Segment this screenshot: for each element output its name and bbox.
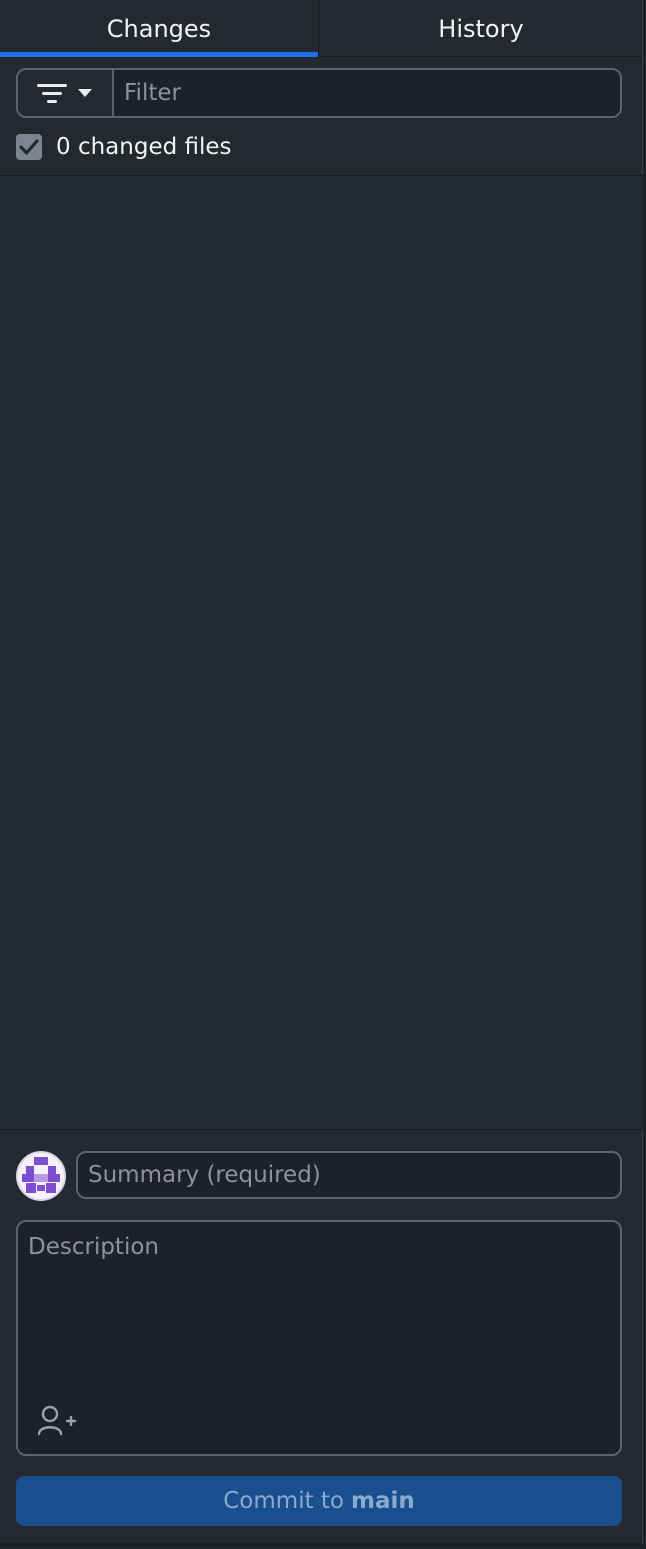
avatar	[16, 1151, 66, 1201]
commit-branch-name: main	[351, 1488, 415, 1514]
commit-description-input[interactable]	[18, 1222, 620, 1402]
tab-changes[interactable]: Changes	[0, 0, 318, 57]
add-coauthor-button[interactable]	[36, 1404, 78, 1440]
tab-history[interactable]: History	[318, 0, 643, 57]
filter-icon	[37, 84, 67, 103]
tab-history-label: History	[438, 14, 524, 43]
tab-bar: Changes History	[0, 0, 642, 57]
filter-input[interactable]	[114, 70, 620, 116]
tab-changes-label: Changes	[106, 14, 212, 43]
changed-files-list[interactable]	[0, 176, 643, 1129]
changes-panel: Changes History 0 changed files	[0, 0, 643, 1546]
filter-bar	[16, 68, 622, 118]
filter-options-button[interactable]	[18, 70, 114, 116]
select-all-checkbox[interactable]	[16, 134, 42, 160]
divider	[0, 1129, 643, 1130]
commit-summary-input[interactable]	[76, 1151, 622, 1199]
commit-button[interactable]: Commit to main	[16, 1476, 622, 1526]
checkmark-icon	[19, 139, 39, 155]
caret-down-icon	[78, 89, 92, 97]
commit-description-box	[16, 1220, 622, 1456]
commit-button-prefix: Commit to	[223, 1488, 344, 1514]
changed-files-header: 0 changed files	[16, 130, 232, 164]
person-add-icon	[37, 1405, 77, 1436]
changed-files-count: 0 changed files	[56, 134, 232, 160]
identicon-icon	[18, 1153, 64, 1199]
